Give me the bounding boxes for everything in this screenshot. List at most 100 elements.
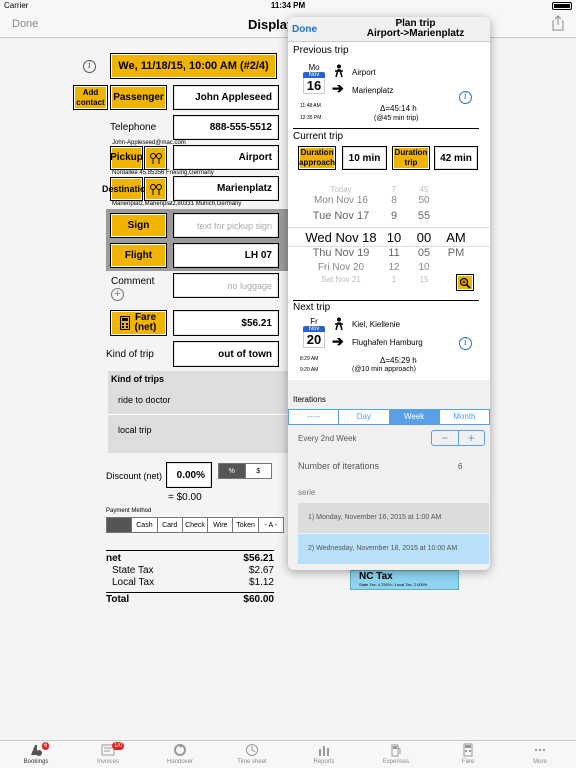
tab-day[interactable]: Day [339,410,390,424]
list-item[interactable]: local trip [108,415,288,445]
duration-approach-button[interactable]: Duration approach [298,146,336,170]
next-time-bottom: 9:20 AM [300,367,319,373]
previous-time-bottom: 12:35 PM [300,115,322,121]
zoom-button[interactable] [456,274,474,291]
totals-block: net $56.21 State Tax $2.67 Local Tax $1.… [106,550,274,606]
add-contact-button[interactable]: Add contact [73,85,108,110]
tab-label: Handover [166,759,193,765]
destination-field[interactable]: Marienplatz [173,176,279,201]
tab-time-sheet[interactable]: Time sheet [216,741,288,768]
duration-trip-button[interactable]: Duration trip [392,146,430,170]
sign-input[interactable]: text for pickup sign [173,213,279,238]
previous-weekday: Mo [308,63,320,72]
tab-fare[interactable]: Fare [432,741,504,768]
kind-of-trip-label: Kind of trip [106,349,154,360]
arrow-right-icon: ➔ [332,333,344,349]
flight-button[interactable]: Flight [110,243,167,268]
destination-map-button[interactable] [144,177,167,201]
passenger-button[interactable]: Passenger [110,85,167,110]
tab-expenses[interactable]: Expenses [360,741,432,768]
luggage-input[interactable]: no luggage [173,273,279,298]
person-icon [335,64,343,78]
kind-of-trip-field[interactable]: out of town [173,341,279,367]
total-value: $60.00 [243,594,274,605]
current-trip-header: Current trip [293,131,344,142]
minus-button[interactable]: − [432,431,459,445]
serie-item-selected[interactable]: 2) Wednesday, November 18, 2015 at 10:00… [298,534,489,564]
tab-more[interactable]: More [504,741,576,768]
next-day: 20 [303,332,325,348]
payment-option[interactable]: Cash [132,518,158,532]
plus-button[interactable]: + [459,431,485,445]
datetime-button[interactable]: We, 11/18/15, 10:00 AM (#2/4) [110,53,277,79]
tab-invoices[interactable]: Invoices 1/0 [72,741,144,768]
state-tax-label: State Tax [112,565,154,576]
comment-label: Comment [111,276,155,287]
discount-field[interactable]: 0.00% [166,462,212,488]
destination-address: Marienplatz,Marienplatz,80331 Munich,Ger… [112,201,242,207]
pickup-map-button[interactable] [144,146,167,170]
tab-month[interactable]: Month [440,410,489,424]
telephone-field[interactable]: 888-555-5512 [173,115,279,140]
telephone-label: Telephone [110,122,157,133]
tab-week[interactable]: Week [389,410,440,424]
popover-header: Done Plan trip Airport->Marienplatz [288,17,490,42]
fare-button-label: Fare (net) [134,312,157,333]
tab-label: Time sheet [237,759,267,765]
sign-button[interactable]: Sign [110,213,167,238]
popover-done-button[interactable]: Done [292,24,317,35]
discount-total: = $0.00 [168,492,202,503]
done-button[interactable]: Done [12,18,38,30]
tab-bookings[interactable]: Bookings 6 [0,741,72,768]
share-icon[interactable] [552,15,564,31]
tab-label: Reports [313,759,335,765]
passenger-field[interactable]: John Appleseed [173,85,279,110]
tab-label: Expenses [382,759,410,765]
invoices-badge: 1/0 [112,742,125,750]
tab-handover[interactable]: Handover [144,741,216,768]
serie-header: serie [298,488,316,497]
previous-info-icon[interactable]: i [459,91,472,104]
pickup-button[interactable]: Pickup [110,146,143,170]
arrow-right-icon: ➔ [332,80,344,96]
status-time: 11:34 PM [270,1,306,10]
popover-subtitle: Airport->Marienplatz [366,28,465,39]
discount-dollar-option[interactable]: $ [246,464,272,478]
next-trip-header: Next trip [293,302,331,313]
iterations-count-label: Number of iterations [298,461,380,471]
discount-percent-option[interactable]: % [219,464,246,478]
previous-to: Marienplatz [352,86,394,95]
payment-option[interactable] [107,518,133,532]
tab-label: More [533,759,547,765]
fare-field[interactable]: $56.21 [173,310,279,336]
tab-label: Fare [461,759,475,765]
destination-button[interactable]: Destination [102,177,151,201]
tab-reports[interactable]: Reports [288,741,360,768]
total-label: Total [106,594,130,605]
add-comment-icon[interactable]: + [111,288,124,301]
local-tax-label: Local Tax [112,577,155,588]
info-icon[interactable]: i [83,60,96,73]
list-item[interactable]: ride to doctor [108,385,288,415]
duration-trip-field[interactable]: 42 min [434,146,478,170]
picker-row: Mon Nov 16 8 50 [314,195,430,206]
payment-option[interactable]: Wire [208,518,234,532]
battery-icon [552,2,572,10]
duration-approach-field[interactable]: 10 min [342,146,387,170]
payment-option[interactable]: Token [233,518,259,532]
next-note: (@10 min approach) [352,366,416,373]
payment-option[interactable]: Check [183,518,209,532]
tab-none[interactable]: ----- [289,410,340,424]
fare-button[interactable]: Fare (net) [110,310,167,336]
iterations-header: Iterations [293,395,326,404]
serie-item[interactable]: 1) Monday, November 16, 2015 at 1:00 AM [298,503,489,533]
payment-option[interactable]: - A - [259,518,283,532]
pickup-field[interactable]: Airport [173,145,279,170]
tab-label: Bookings [23,759,49,765]
nc-tax-badge[interactable]: NC Tax State Tax: 4.750% / Local Tax: 2.… [350,570,459,590]
payment-option[interactable]: Card [158,518,183,532]
next-info-icon[interactable]: i [459,337,472,350]
flight-field[interactable]: LH 07 [173,243,279,268]
next-from: Kiel, Kiellenie [352,320,401,329]
route-pin-icon [149,184,162,195]
